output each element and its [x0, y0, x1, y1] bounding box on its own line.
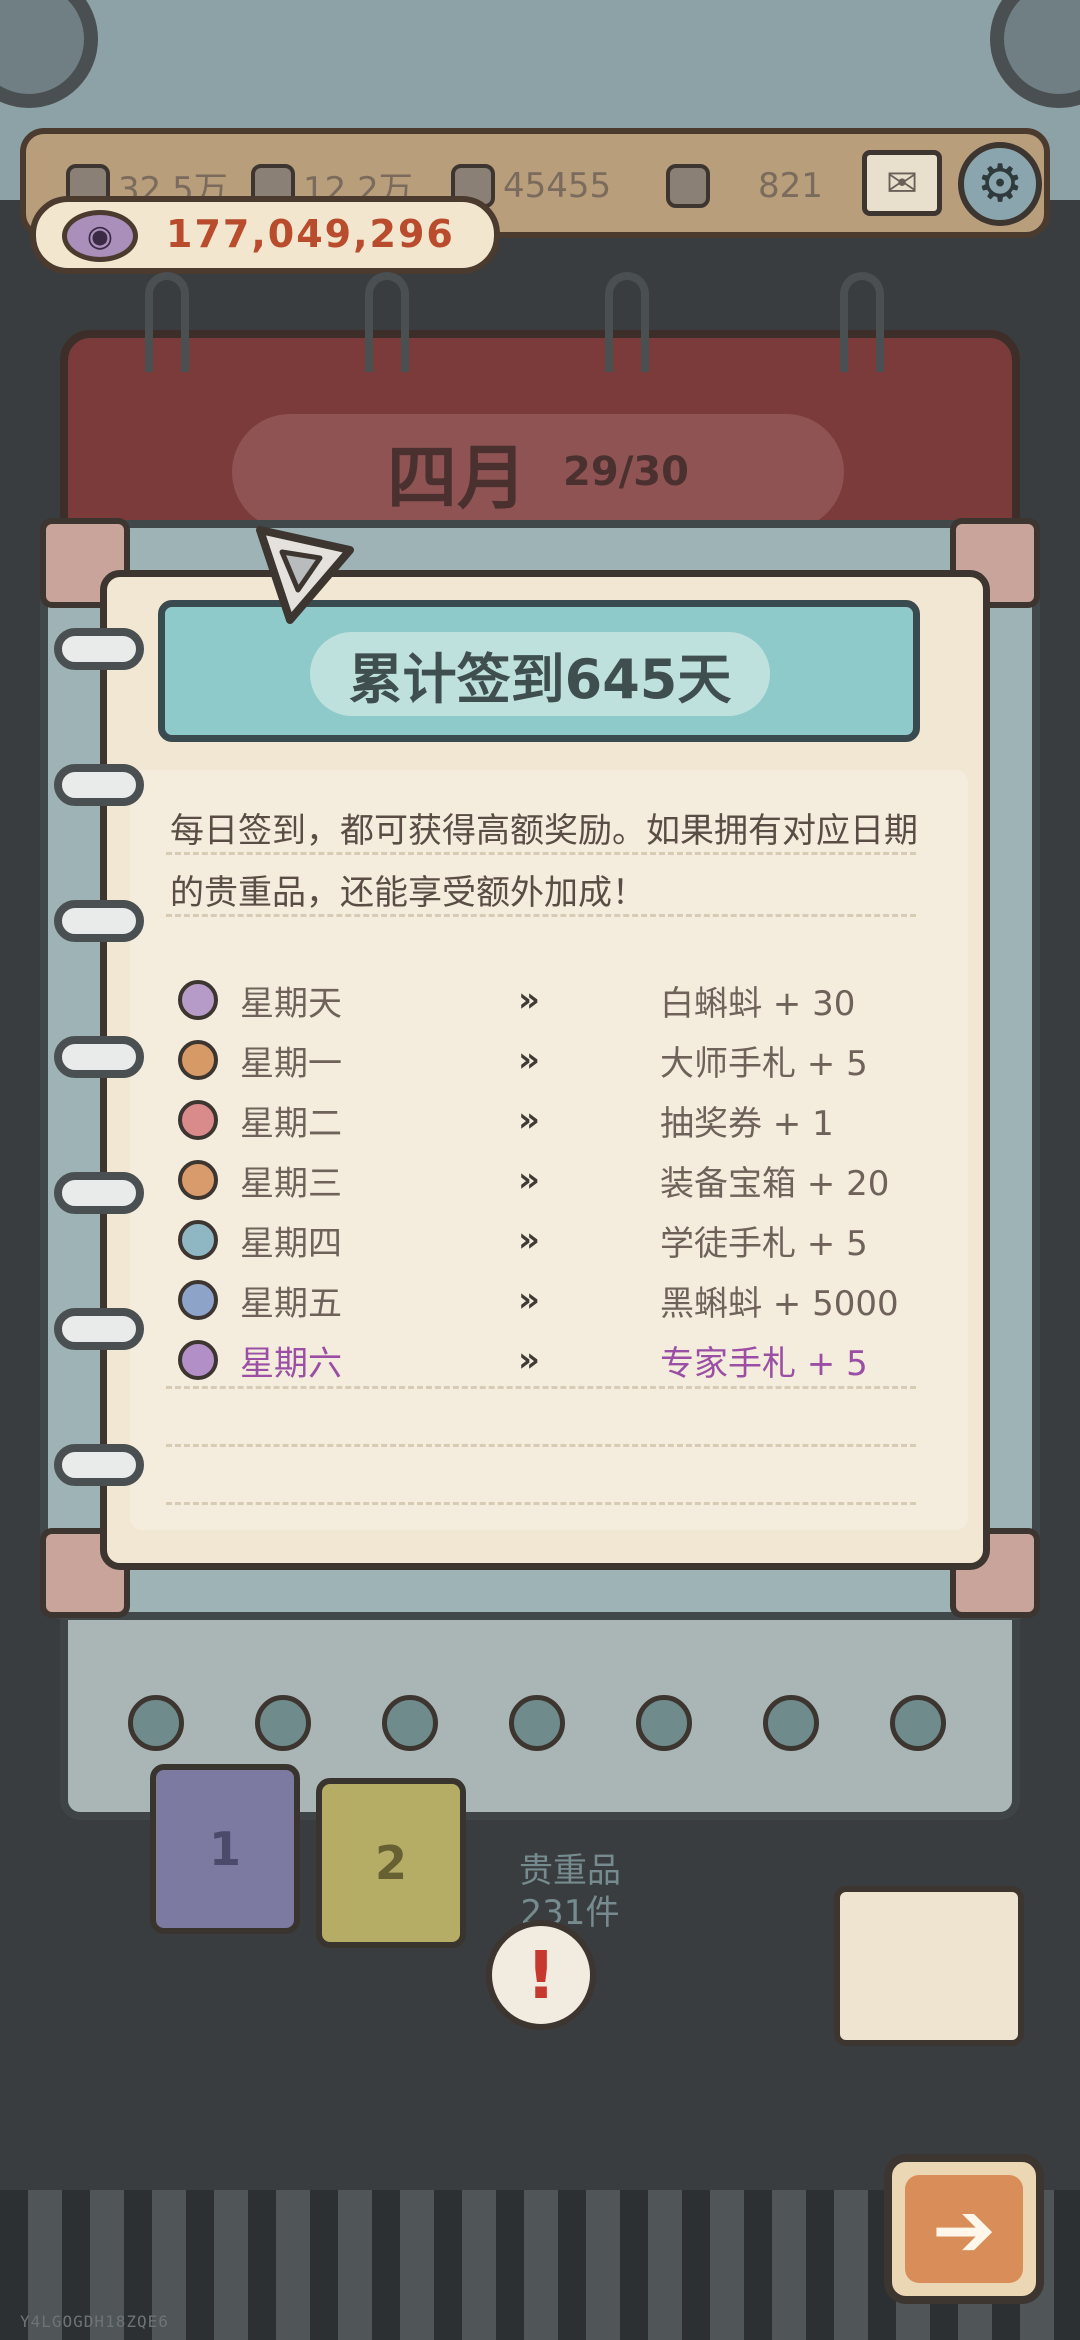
weekday-label: 星期一 — [240, 1043, 342, 1084]
binder-ring — [365, 272, 409, 372]
double-chevron-icon: » — [518, 1100, 540, 1140]
weekday-label: 星期五 — [240, 1283, 342, 1324]
reward-text: 抽奖券 + 1 — [660, 1103, 834, 1144]
reward-text: 大师手札 + 5 — [660, 1043, 868, 1084]
ruled-line — [166, 1502, 916, 1505]
arrow-right-icon: ➔ — [905, 2175, 1023, 2283]
reward-row: 星期天 » 白蝌蚪 + 30 — [178, 970, 908, 1030]
month-label: 四月 — [387, 436, 528, 519]
tadpole-icon — [178, 980, 218, 1020]
crate-icon — [666, 164, 710, 208]
reward-row: 星期三 » 装备宝箱 + 20 — [178, 1150, 908, 1210]
reward-list: 星期天 » 白蝌蚪 + 30 星期一 » 大师手札 + 5 星期二 » 抽奖券 … — [178, 970, 908, 1390]
notebook-spiral — [54, 628, 144, 670]
wrench-icon — [178, 1220, 218, 1260]
tadpole-icon — [178, 1280, 218, 1320]
ruled-line — [166, 1444, 916, 1447]
calendar-icon[interactable] — [834, 1886, 1024, 2046]
tab-1[interactable]: 1 — [150, 1764, 300, 1934]
mail-button[interactable]: ✉ — [862, 150, 942, 216]
double-chevron-icon: » — [518, 1040, 540, 1080]
double-chevron-icon: » — [518, 980, 540, 1020]
month-progress: 29/30 — [563, 449, 689, 495]
month-header: 四月 29/30 — [232, 414, 844, 530]
reward-text: 白蝌蚪 + 30 — [660, 983, 856, 1024]
title-pill: 累计签到645天 — [310, 632, 770, 716]
reward-text: 黑蝌蚪 + 5000 — [660, 1283, 899, 1324]
next-button[interactable]: ➔ — [884, 2154, 1044, 2304]
ruled-line — [166, 914, 916, 917]
reward-row: 星期四 » 学徒手札 + 5 — [178, 1210, 908, 1270]
gear-icon: ⚙ — [976, 154, 1024, 214]
reward-row: 星期一 » 大师手札 + 5 — [178, 1030, 908, 1090]
ticket-icon — [178, 1100, 218, 1140]
binder-ring — [840, 272, 884, 372]
reward-text: 专家手札 + 5 — [660, 1343, 868, 1384]
wrench-icon — [255, 1695, 311, 1751]
triangle-icon — [256, 526, 354, 624]
reward-row: 星期二 » 抽奖券 + 1 — [178, 1090, 908, 1150]
checkin-title: 累计签到645天 — [348, 647, 732, 711]
tadpole-icon — [763, 1695, 819, 1751]
weekday-label: 星期六 — [240, 1343, 342, 1384]
wrench-icon — [636, 1695, 692, 1751]
wrench-icon — [178, 1340, 218, 1380]
reward-row-today: 星期六 » 专家手札 + 5 — [178, 1330, 908, 1390]
reward-text: 学徒手札 + 5 — [660, 1223, 868, 1264]
notebook-spiral — [54, 764, 144, 806]
tab-label: 1 — [208, 1822, 241, 1876]
wrench-icon — [178, 1040, 218, 1080]
binder-ring — [145, 272, 189, 372]
notebook-spiral — [54, 1036, 144, 1078]
settings-button[interactable]: ⚙ — [958, 142, 1042, 226]
resource-item: 821 — [666, 158, 823, 214]
double-chevron-icon: » — [518, 1220, 540, 1260]
notebook-spiral — [54, 1172, 144, 1214]
double-chevron-icon: » — [518, 1160, 540, 1200]
precious-label: 贵重品 — [519, 1851, 621, 1891]
double-chevron-icon: » — [518, 1280, 540, 1320]
tadpole-icon — [128, 1695, 184, 1751]
alert-icon[interactable]: ! — [486, 1920, 596, 2030]
chest-icon — [178, 1160, 218, 1200]
weekday-label: 星期四 — [240, 1223, 342, 1264]
notebook-spiral — [54, 1444, 144, 1486]
reward-text: 装备宝箱 + 20 — [660, 1163, 890, 1204]
intro-text: 每日签到，都可获得高额奖励。如果拥有对应日期的贵重品，还能享受额外加成！ — [170, 811, 918, 913]
resource-value: 821 — [758, 166, 823, 206]
wrench-icon — [890, 1695, 946, 1751]
ticket-icon — [382, 1695, 438, 1751]
ruled-line — [166, 852, 916, 855]
binder-ring — [605, 272, 649, 372]
notebook-spiral — [54, 900, 144, 942]
mail-icon: ✉ — [886, 161, 918, 205]
reward-row: 星期五 » 黑蝌蚪 + 5000 — [178, 1270, 908, 1330]
weekday-label: 星期二 — [240, 1103, 342, 1144]
build-code: Y4LGOGDH18ZQE6 — [20, 2312, 169, 2331]
notebook-spiral — [54, 1308, 144, 1350]
chest-icon — [509, 1695, 565, 1751]
resource-value: 45455 — [503, 166, 612, 206]
coin-counter: ◉ 177,049,296 — [30, 196, 500, 274]
tab-label: 2 — [374, 1836, 407, 1890]
eye-icon: ◉ — [62, 210, 138, 262]
double-chevron-icon: » — [518, 1340, 540, 1380]
weekday-label: 星期天 — [240, 983, 342, 1024]
coin-value: 177,049,296 — [166, 212, 455, 256]
weekday-label: 星期三 — [240, 1163, 342, 1204]
